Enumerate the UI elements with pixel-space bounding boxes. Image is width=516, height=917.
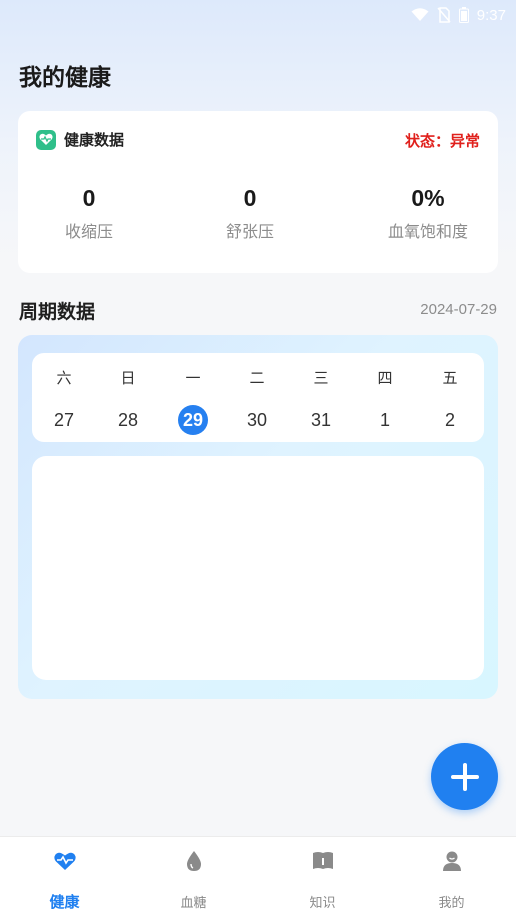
health-data-card[interactable]: 健康数据 状态：异常 0 收缩压 0 舒张压 0% 血氧饱和度 [18, 111, 498, 273]
stat-label: 血氧饱和度 [387, 222, 468, 241]
tab-label: 知识 [309, 896, 336, 911]
period-detail-card [32, 456, 484, 680]
week-strip: 六 27 日 28 一 29 二 30 三 31 四 1 五 2 [32, 353, 484, 442]
period-panel: 六 27 日 28 一 29 二 30 三 31 四 1 五 2 [18, 335, 498, 699]
section-title: 周期数据 [19, 301, 96, 323]
weekday-label: 三 [313, 369, 329, 387]
tab-label: 健康 [49, 893, 80, 911]
page-title: 我的健康 [19, 65, 111, 91]
heart-monitor-icon [36, 129, 56, 150]
health-card-header: 健康数据 [36, 129, 124, 150]
tab-blood-sugar[interactable]: 血糖 [129, 837, 258, 917]
date-label: 31 [310, 410, 332, 430]
stat-diastolic: 0 舒张压 [180, 185, 320, 242]
date-label: 27 [53, 410, 75, 430]
battery-icon [458, 7, 469, 23]
book-icon [312, 852, 333, 869]
status-bar: 9:37 [0, 0, 516, 30]
day-item[interactable]: 四 1 [353, 353, 417, 442]
bottom-tab-bar: 健康 血糖 知识 我的 [0, 836, 516, 917]
date-label-selected: 29 [178, 405, 208, 435]
date-label: 30 [246, 410, 268, 430]
date-label: 28 [117, 410, 139, 430]
day-item[interactable]: 二 30 [225, 353, 289, 442]
day-item-selected[interactable]: 一 29 [161, 353, 225, 442]
no-sim-icon [437, 7, 451, 23]
weekday-label: 二 [249, 369, 265, 387]
date-label: 1 [379, 410, 390, 430]
day-item[interactable]: 三 31 [289, 353, 353, 442]
health-card-title: 健康数据 [64, 131, 125, 149]
stat-systolic: 0 收缩压 [19, 185, 159, 242]
drop-icon [186, 851, 201, 871]
day-item[interactable]: 六 27 [32, 353, 96, 442]
add-button[interactable] [431, 743, 498, 810]
wifi-icon [411, 8, 429, 21]
weekday-label: 一 [185, 369, 201, 387]
tab-label: 我的 [438, 896, 465, 911]
stat-label: 舒张压 [225, 222, 274, 241]
status-badge: 状态：异常 [404, 132, 480, 150]
stat-value: 0% [411, 185, 445, 211]
tab-mine[interactable]: 我的 [387, 837, 516, 917]
weekday-label: 六 [56, 369, 72, 387]
tab-label: 血糖 [180, 896, 207, 911]
stat-label: 收缩压 [64, 222, 113, 241]
weekday-label: 日 [120, 369, 136, 387]
plus-icon [450, 762, 479, 791]
weekday-label: 四 [377, 369, 393, 387]
user-icon [442, 851, 461, 871]
day-item[interactable]: 五 2 [418, 353, 482, 442]
stat-value: 0 [82, 185, 96, 211]
status-time: 9:37 [476, 6, 506, 24]
day-item[interactable]: 日 28 [96, 353, 160, 442]
weekday-label: 五 [442, 369, 458, 387]
heart-pulse-icon [53, 852, 76, 870]
stat-oxygen: 0% 血氧饱和度 [358, 185, 498, 242]
tab-health[interactable]: 健康 [0, 837, 129, 917]
tab-knowledge[interactable]: 知识 [258, 837, 387, 917]
current-date: 2024-07-29 [420, 301, 497, 318]
stat-value: 0 [243, 185, 257, 211]
date-label: 2 [444, 410, 455, 430]
